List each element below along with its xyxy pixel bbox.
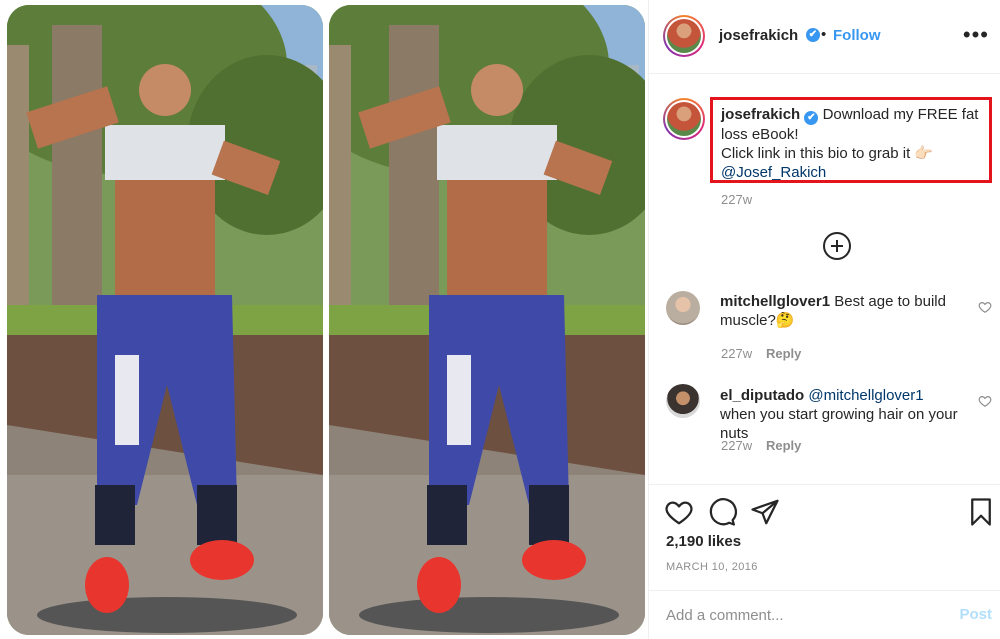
- comment-timestamp[interactable]: 227w: [721, 438, 752, 453]
- caption-timestamp[interactable]: 227w: [721, 192, 752, 207]
- post-side-panel: josefrakich ✔ • Follow ••• josefrakich ✔…: [648, 0, 1000, 639]
- divider: [649, 590, 1000, 591]
- share-icon[interactable]: [750, 497, 780, 527]
- follow-button[interactable]: Follow: [833, 27, 881, 44]
- comment-username[interactable]: el_diputado: [720, 387, 804, 404]
- comment-timestamp[interactable]: 227w: [721, 346, 752, 361]
- caption-avatar[interactable]: [663, 98, 705, 140]
- caption-mention-link[interactable]: @Josef_Rakich: [721, 164, 826, 181]
- caption-username[interactable]: josefrakich: [721, 106, 800, 123]
- comment-input[interactable]: [666, 604, 926, 626]
- divider: [649, 484, 1000, 485]
- more-icon[interactable]: •••: [963, 22, 989, 48]
- comment-mention-link[interactable]: @mitchellglover1: [808, 387, 923, 404]
- post-comment-button[interactable]: Post: [959, 606, 992, 623]
- caption-highlight-box: josefrakich ✔ Download my FREE fat loss …: [710, 97, 992, 183]
- reply-button[interactable]: Reply: [766, 346, 801, 361]
- caption-text-line2: Click link in this bio to grab it 👉🏻: [721, 145, 934, 162]
- post-photo-left[interactable]: [7, 5, 323, 635]
- verified-icon: ✔: [804, 111, 819, 125]
- comment-username[interactable]: mitchellglover1: [720, 293, 830, 310]
- likes-count[interactable]: 2,190 likes: [666, 533, 741, 550]
- comment-item: mitchellglover1 Best age to build muscle…: [720, 292, 960, 330]
- separator-dot: •: [821, 26, 827, 43]
- post-date[interactable]: MARCH 10, 2016: [666, 561, 758, 573]
- post-header: josefrakich ✔ • Follow •••: [649, 0, 1000, 74]
- comment-avatar[interactable]: [666, 384, 700, 418]
- post-photo-right[interactable]: [329, 5, 645, 635]
- plus-circle-icon[interactable]: [823, 232, 851, 260]
- comment-like-heart-icon[interactable]: [978, 300, 992, 314]
- heart-icon[interactable]: [664, 497, 694, 527]
- comment-avatar[interactable]: [666, 291, 700, 325]
- verified-icon: ✔: [806, 28, 820, 42]
- author-avatar[interactable]: [663, 15, 705, 57]
- comment-item: el_diputado @mitchellglover1 when you st…: [720, 386, 960, 443]
- reply-button[interactable]: Reply: [766, 438, 801, 453]
- comment-text: when you start growing hair on your nuts: [720, 406, 958, 442]
- photo-image: [329, 5, 645, 635]
- comment-like-heart-icon[interactable]: [978, 394, 992, 408]
- bookmark-icon[interactable]: [966, 497, 996, 527]
- photo-image: [7, 5, 323, 635]
- author-username[interactable]: josefrakich: [719, 27, 798, 44]
- comment-icon[interactable]: [707, 497, 737, 527]
